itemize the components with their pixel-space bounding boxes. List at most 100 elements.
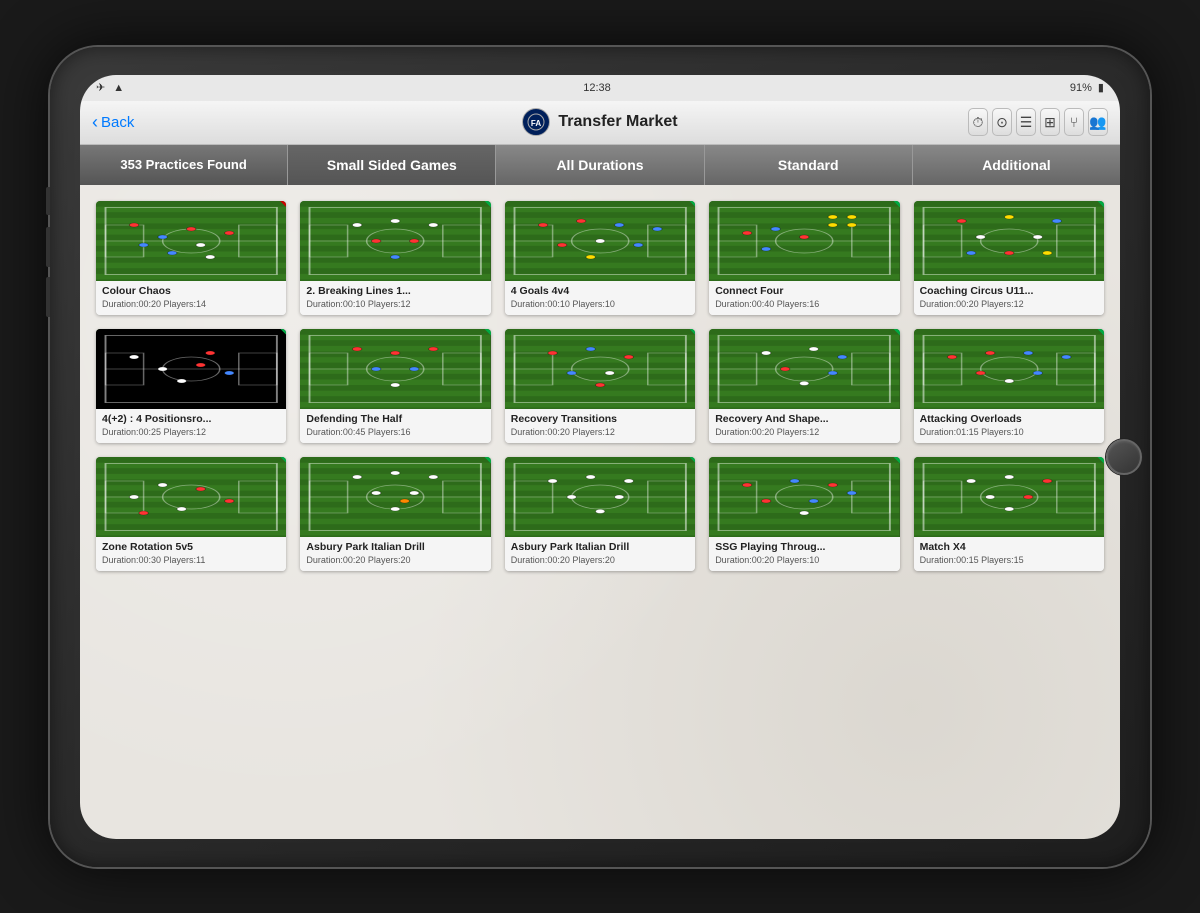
practice-card-13[interactable]: FREE DOWNLOAD S — [709, 457, 899, 571]
card-title: Coaching Circus U11... — [920, 285, 1098, 297]
type-filter[interactable]: Standard — [705, 145, 913, 185]
card-title: Zone Rotation 5v5 — [102, 541, 280, 553]
card-info: 2. Breaking Lines 1... Duration:00:10 Pl… — [300, 281, 490, 315]
pitch-svg — [709, 329, 899, 409]
card-title: Asbury Park Italian Drill — [306, 541, 484, 553]
grid-icon-btn[interactable]: ⊞ — [1040, 108, 1060, 136]
card-meta: Duration:00:25 Players:12 — [102, 427, 280, 437]
card-thumbnail: FREE DOWNLOAD — [709, 329, 899, 409]
list-icon-btn[interactable]: ☰ — [1016, 108, 1036, 136]
card-thumbnail: FREE DOWNLOAD — [914, 457, 1104, 537]
timer-icon-btn[interactable]: ⏱ — [968, 108, 988, 136]
card-title: Asbury Park Italian Drill — [511, 541, 689, 553]
card-thumbnail: FREE DOWNLOAD — [914, 201, 1104, 281]
card-title: Recovery And Shape... — [715, 413, 893, 425]
practice-card-12[interactable]: FREE DOWNLOAD A — [505, 457, 695, 571]
card-thumbnail: FREE DOWNLOAD — [96, 329, 286, 409]
card-info: Defending The Half Duration:00:45 Player… — [300, 409, 490, 443]
card-meta: Duration:00:20 Players:12 — [511, 427, 689, 437]
card-thumbnail: FREE DOWNLOAD — [505, 457, 695, 537]
practice-card-3[interactable]: FREE DOWNLOAD C — [709, 201, 899, 315]
practice-card-7[interactable]: FREE DOWNLOAD R — [505, 329, 695, 443]
airplane-icon: ✈ — [96, 81, 105, 94]
pitch-svg — [505, 457, 695, 537]
card-info: Colour Chaos Duration:00:20 Players:14 — [96, 281, 286, 315]
back-label: Back — [101, 114, 134, 131]
pitch-svg — [914, 457, 1104, 537]
card-title: Connect Four — [715, 285, 893, 297]
card-meta: Duration:00:45 Players:16 — [306, 427, 484, 437]
card-info: Connect Four Duration:00:40 Players:16 — [709, 281, 899, 315]
cards-grid: UPDATE Colour C — [96, 201, 1104, 571]
wifi-icon: ▲ — [113, 82, 124, 94]
card-info: SSG Playing Throug... Duration:00:20 Pla… — [709, 537, 899, 571]
card-meta: Duration:00:30 Players:11 — [102, 555, 280, 565]
nav-icons: ⏱ ⊙ ☰ ⊞ ⑂ 👥 — [968, 108, 1108, 136]
pitch-svg — [300, 457, 490, 537]
card-thumbnail: FREE DOWNLOAD — [300, 457, 490, 537]
practice-card-14[interactable]: FREE DOWNLOAD M — [914, 457, 1104, 571]
volume-up-button[interactable] — [46, 227, 50, 267]
card-thumbnail: FREE DOWNLOAD — [505, 329, 695, 409]
fork-icon-btn[interactable]: ⑂ — [1064, 108, 1084, 136]
card-meta: Duration:00:10 Players:12 — [306, 299, 484, 309]
practice-card-6[interactable]: FREE DOWNLOAD D — [300, 329, 490, 443]
pitch-svg — [96, 329, 286, 409]
back-chevron-icon: ‹ — [92, 112, 98, 133]
pitch-svg — [709, 201, 899, 281]
pitch-svg — [96, 457, 286, 537]
pitch-svg — [96, 201, 286, 281]
card-thumbnail: UPDATE — [96, 201, 286, 281]
practice-card-4[interactable]: FREE DOWNLOAD C — [914, 201, 1104, 315]
pitch-svg — [914, 201, 1104, 281]
card-meta: Duration:00:20 Players:14 — [102, 299, 280, 309]
card-meta: Duration:01:15 Players:10 — [920, 427, 1098, 437]
card-info: 4 Goals 4v4 Duration:00:10 Players:10 — [505, 281, 695, 315]
card-title: Defending The Half — [306, 413, 484, 425]
ipad-device: ✈ ▲ 12:38 91% ▮ ‹ Back FA — [50, 47, 1150, 867]
card-title: Attacking Overloads — [920, 413, 1098, 425]
card-meta: Duration:00:10 Players:10 — [511, 299, 689, 309]
practice-card-0[interactable]: UPDATE Colour C — [96, 201, 286, 315]
practice-card-11[interactable]: FREE DOWNLOAD A — [300, 457, 490, 571]
content-area: UPDATE Colour C — [80, 185, 1120, 839]
pitch-svg — [505, 201, 695, 281]
card-thumbnail: FREE DOWNLOAD — [300, 329, 490, 409]
practice-card-10[interactable]: FREE DOWNLOAD Z — [96, 457, 286, 571]
card-thumbnail: FREE DOWNLOAD — [300, 201, 490, 281]
home-button[interactable] — [1106, 439, 1142, 475]
pitch-svg — [300, 201, 490, 281]
additional-filter[interactable]: Additional — [913, 145, 1120, 185]
back-button[interactable]: ‹ Back — [92, 112, 232, 133]
status-left: ✈ ▲ — [96, 81, 124, 94]
practice-card-1[interactable]: FREE DOWNLOAD 2 — [300, 201, 490, 315]
target-icon-btn[interactable]: ⊙ — [992, 108, 1012, 136]
card-info: Coaching Circus U11... Duration:00:20 Pl… — [914, 281, 1104, 315]
mute-button[interactable] — [46, 187, 50, 215]
practice-card-8[interactable]: FREE DOWNLOAD R — [709, 329, 899, 443]
card-meta: Duration:00:20 Players:12 — [715, 427, 893, 437]
card-info: 4(+2) : 4 Positionsro... Duration:00:25 … — [96, 409, 286, 443]
practice-card-9[interactable]: FREE DOWNLOAD A — [914, 329, 1104, 443]
nav-title-area: FA Transfer Market — [232, 108, 968, 136]
duration-filter[interactable]: All Durations — [496, 145, 704, 185]
battery-label: 91% — [1070, 82, 1092, 94]
practice-card-5[interactable]: FREE DOWNLOAD 4 — [96, 329, 286, 443]
practice-card-2[interactable]: FREE DOWNLOAD 4 — [505, 201, 695, 315]
results-count-filter[interactable]: 353 Practices Found — [80, 145, 288, 185]
card-title: 4(+2) : 4 Positionsro... — [102, 413, 280, 425]
card-meta: Duration:00:20 Players:20 — [306, 555, 484, 565]
volume-down-button[interactable] — [46, 277, 50, 317]
card-title: Recovery Transitions — [511, 413, 689, 425]
status-time: 12:38 — [583, 82, 611, 94]
card-info: Recovery And Shape... Duration:00:20 Pla… — [709, 409, 899, 443]
category-filter[interactable]: Small Sided Games — [288, 145, 496, 185]
card-title: 4 Goals 4v4 — [511, 285, 689, 297]
card-info: Zone Rotation 5v5 Duration:00:30 Players… — [96, 537, 286, 571]
card-info: Recovery Transitions Duration:00:20 Play… — [505, 409, 695, 443]
status-bar: ✈ ▲ 12:38 91% ▮ — [80, 75, 1120, 101]
card-thumbnail: FREE DOWNLOAD — [914, 329, 1104, 409]
battery-icon: ▮ — [1098, 81, 1104, 94]
status-right: 91% ▮ — [1070, 81, 1104, 94]
people-icon-btn[interactable]: 👥 — [1088, 108, 1108, 136]
